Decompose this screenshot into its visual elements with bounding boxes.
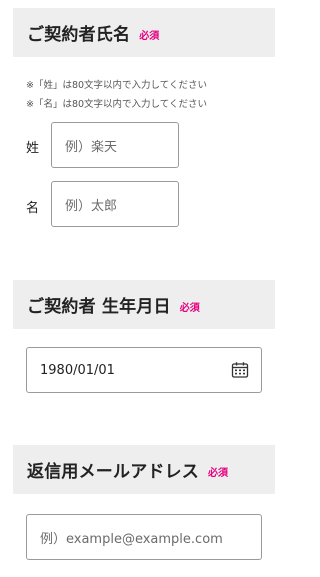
- required-badge: 必須: [179, 303, 200, 314]
- mei-note: ※「名」は80文字以内で入力してください: [26, 99, 207, 110]
- sei-placeholder: 例）楽天: [65, 139, 118, 155]
- birth-section-header: ご契約者 生年月日 必須: [13, 280, 275, 329]
- name-section-header: ご契約者氏名 必須: [13, 8, 275, 57]
- sei-input[interactable]: 例）楽天: [51, 122, 179, 168]
- calendar-icon[interactable]: [231, 361, 249, 379]
- required-badge: 必須: [208, 468, 228, 479]
- mei-input[interactable]: 例）太郎: [51, 181, 179, 227]
- sei-note: ※「姓」は80文字以内で入力してください: [26, 80, 207, 91]
- email-section-header: 返信用メールアドレス 必須: [13, 445, 275, 494]
- birth-section-title: ご契約者 生年月日: [27, 297, 171, 317]
- mei-placeholder: 例）太郎: [65, 198, 118, 214]
- name-section-title: ご契約者氏名: [27, 25, 131, 45]
- birthdate-value: 1980/01/01: [40, 362, 115, 378]
- required-badge: 必須: [139, 31, 160, 42]
- sei-label: 姓: [26, 141, 40, 156]
- email-section-title: 返信用メールアドレス: [27, 462, 199, 482]
- birthdate-input[interactable]: 1980/01/01: [26, 347, 262, 393]
- email-input[interactable]: 例）example@example.com: [26, 514, 262, 560]
- email-placeholder: 例）example@example.com: [40, 531, 223, 547]
- mei-label: 名: [26, 201, 40, 216]
